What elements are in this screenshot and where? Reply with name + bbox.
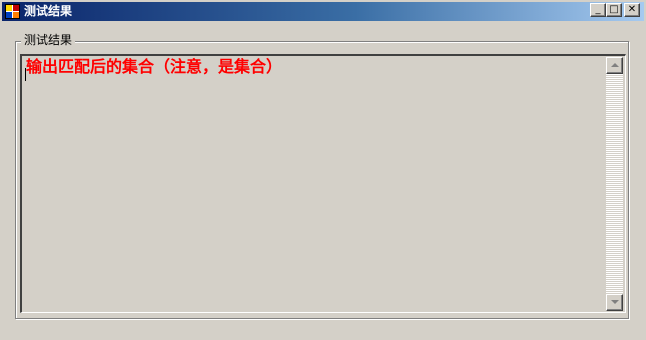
close-button[interactable]: ✕: [624, 3, 640, 17]
maximize-icon: □: [609, 4, 619, 15]
close-icon: ✕: [627, 4, 637, 15]
maximize-button[interactable]: □: [606, 3, 622, 17]
groupbox-label: 测试结果: [21, 32, 76, 48]
title-bar[interactable]: 测试结果: [2, 2, 644, 21]
app-icon-blue-square: [6, 12, 12, 18]
vertical-scrollbar[interactable]: [606, 57, 623, 311]
window-title: 测试结果: [24, 4, 73, 18]
minimize-button[interactable]: _: [590, 3, 606, 17]
scroll-down-button[interactable]: [606, 294, 623, 311]
app-icon[interactable]: [5, 4, 20, 19]
result-textbox[interactable]: 输出匹配后的集合（注意，是集合）: [20, 54, 626, 313]
text-caret: [25, 68, 26, 81]
result-text: 输出匹配后的集合（注意，是集合）: [26, 57, 283, 76]
app-icon-orange-square: [13, 12, 19, 18]
minimize-icon: _: [595, 4, 601, 15]
app-icon-red-square: [13, 5, 19, 11]
app-icon-yellow-square: [6, 5, 12, 11]
arrow-up-icon: [611, 63, 619, 67]
main-window: 测试结果 _ □ ✕ 测试结果 输出匹配后的集合（注意，是集合）: [0, 0, 646, 340]
arrow-down-icon: [611, 300, 619, 304]
scroll-up-button[interactable]: [606, 57, 623, 74]
